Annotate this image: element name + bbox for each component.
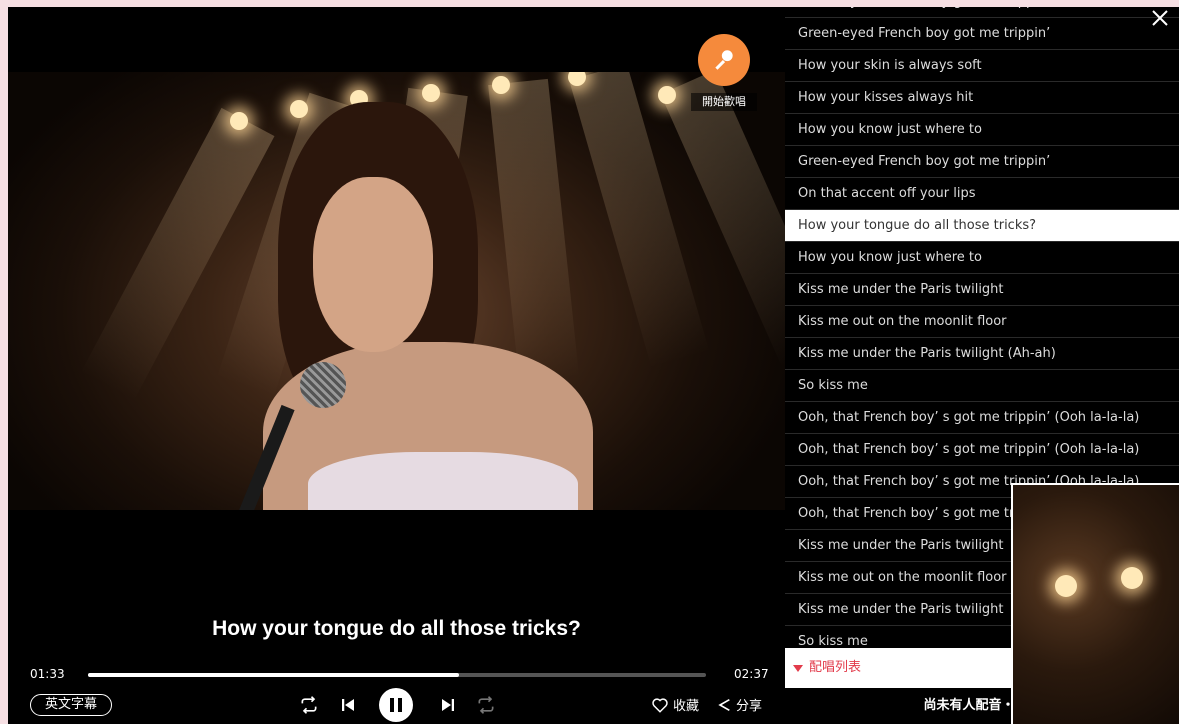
lyric-line[interactable]: Kiss me under the Paris twilight (Ah-ah) (785, 338, 1179, 370)
lyric-line[interactable]: How you know just where to (785, 242, 1179, 274)
repeat-icon (301, 696, 317, 714)
previous-button[interactable] (336, 693, 360, 717)
video-frame (8, 72, 785, 510)
lyric-line-active[interactable]: How your tongue do all those tricks? (785, 210, 1179, 242)
lyric-line[interactable]: So kiss me (785, 370, 1179, 402)
lyric-line[interactable]: Ooh, that French boy’ s got me trippin’ … (785, 434, 1179, 466)
triangle-down-icon (793, 665, 803, 672)
lyric-line[interactable]: How your kisses always hit (785, 82, 1179, 114)
player-frame: 開始歡唱 How your tongue do all those tricks… (8, 7, 1179, 724)
start-singing-button[interactable] (698, 34, 750, 86)
lyric-line[interactable]: Green-eyed French boy got me trippin’ (785, 146, 1179, 178)
lyric-line[interactable]: Kiss me out on the moonlit floor (785, 306, 1179, 338)
microphone-icon (715, 50, 733, 70)
share-button[interactable]: 分享 (716, 695, 762, 714)
start-singing-label: 開始歡唱 (691, 93, 757, 111)
pause-icon (390, 698, 402, 712)
video-area[interactable]: 開始歡唱 How your tongue do all those tricks… (8, 7, 785, 724)
lyric-line[interactable]: Green-eyed French boy got me trippin’ (785, 18, 1179, 50)
pause-button[interactable] (379, 688, 413, 722)
current-subtitle: How your tongue do all those tricks? (212, 617, 581, 640)
karaoke-list-label: 配唱列表 (809, 660, 862, 675)
repeat-button[interactable] (297, 693, 321, 717)
share-icon (718, 698, 730, 711)
progress-fill (88, 673, 459, 677)
close-icon (1152, 10, 1168, 26)
lyric-line[interactable]: Ooh, that French boy’ s got me trippin’ … (785, 402, 1179, 434)
current-time: 01:33 (30, 667, 65, 681)
lyric-line[interactable]: On that accent off your lips (785, 178, 1179, 210)
skip-next-icon (442, 699, 454, 711)
loop-button[interactable] (474, 693, 498, 717)
total-time: 02:37 (734, 667, 769, 681)
progress-bar[interactable] (88, 673, 706, 677)
lyric-line[interactable]: Green-eyed French boy got me trippin’ (785, 7, 1179, 18)
favorite-button[interactable]: 收藏 (651, 695, 699, 714)
share-label: 分享 (736, 699, 763, 714)
heart-icon (652, 697, 668, 713)
loop-icon (478, 696, 494, 714)
favorite-label: 收藏 (673, 699, 700, 714)
next-button[interactable] (436, 693, 460, 717)
lyric-line[interactable]: How your skin is always soft (785, 50, 1179, 82)
video-thumbnail-preview[interactable] (1011, 483, 1179, 724)
microphone (300, 362, 346, 408)
lyric-line[interactable]: Kiss me under the Paris twilight (785, 274, 1179, 306)
lyric-line[interactable]: How you know just where to (785, 114, 1179, 146)
english-subtitle-button[interactable]: 英文字幕 (30, 694, 112, 716)
close-button[interactable] (1149, 7, 1171, 29)
skip-previous-icon (342, 699, 354, 711)
